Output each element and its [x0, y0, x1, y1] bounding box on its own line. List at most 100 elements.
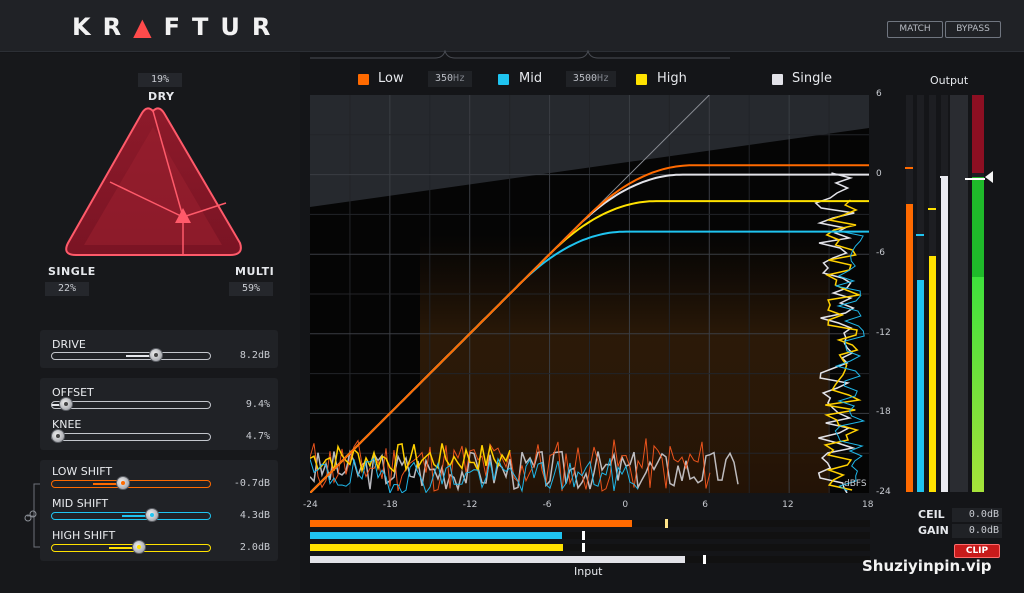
- output-histogram-mid: [834, 230, 866, 492]
- mid-shift-value[interactable]: 4.3dB: [210, 510, 270, 521]
- match-button[interactable]: MATCH: [887, 21, 943, 38]
- drive-label: DRIVE: [52, 338, 86, 351]
- gain-value[interactable]: 0.0dB: [952, 524, 1002, 538]
- logo: KR▲FTUR: [72, 13, 283, 41]
- high-shift-slider[interactable]: [51, 540, 211, 554]
- high-output-level: [929, 255, 936, 492]
- mid-swatch[interactable]: [498, 74, 509, 85]
- high-shift-label: HIGH SHIFT: [52, 529, 116, 542]
- transfer-graph[interactable]: dBFS: [310, 95, 869, 493]
- crossover-bracket: [310, 50, 730, 59]
- bypass-button[interactable]: BYPASS: [945, 21, 1001, 38]
- single-swatch[interactable]: [772, 74, 783, 85]
- high-input-meter: [310, 543, 870, 552]
- single-label: SINGLE: [48, 265, 96, 278]
- y-tick-label: 6: [876, 89, 882, 99]
- ceil-value[interactable]: 0.0dB: [952, 508, 1002, 522]
- offset-slider[interactable]: [51, 397, 211, 411]
- ceiling-arrow-icon[interactable]: [984, 168, 994, 187]
- spectrum-heatmap: [420, 235, 830, 493]
- logo-a-triangle-icon: ▲: [133, 13, 164, 41]
- low-output-level: [906, 204, 913, 492]
- low-output-peak: [905, 166, 913, 169]
- offset-value[interactable]: 9.4%: [210, 399, 270, 410]
- single-output-meter: [940, 95, 948, 492]
- high-output-peak: [928, 207, 936, 210]
- knee-knob[interactable]: [51, 429, 66, 443]
- drive-slider[interactable]: [51, 348, 211, 362]
- mid-shift-label: MID SHIFT: [52, 497, 109, 510]
- high-output-meter: [928, 95, 936, 492]
- low-mid-crossover[interactable]: 350Hz: [428, 71, 472, 87]
- low-shift-slider[interactable]: [51, 476, 211, 490]
- drive-group: DRIVE 8.2dB: [40, 330, 278, 368]
- low-shift-knob[interactable]: [116, 476, 131, 490]
- y-tick-label: -18: [876, 407, 891, 418]
- y-tick-label: 0: [876, 168, 882, 179]
- knee-value[interactable]: 4.7%: [210, 431, 270, 442]
- mid-output-meter: [916, 95, 924, 492]
- single-value[interactable]: 22%: [45, 282, 89, 296]
- output-scale: [950, 95, 968, 492]
- mid-output-peak: [916, 234, 924, 237]
- mid-input-meter: [310, 531, 870, 540]
- legend-mid[interactable]: Mid: [519, 71, 542, 86]
- knee-slider[interactable]: [51, 429, 211, 443]
- low-input-level: [310, 520, 633, 527]
- drive-knob[interactable]: [149, 348, 164, 362]
- header-bar: KR▲FTUR MATCH BYPASS: [0, 0, 1024, 52]
- x-tick-label: 0: [622, 500, 629, 510]
- offset-knob[interactable]: [59, 397, 74, 411]
- legend-high[interactable]: High: [657, 71, 687, 86]
- x-tick-label: -18: [382, 500, 398, 510]
- ceil-label: CEIL: [918, 508, 945, 521]
- high-input-level: [310, 544, 563, 551]
- high-shift-value[interactable]: 2.0dB: [210, 542, 270, 553]
- watermark: Shuziyinpin.vip: [862, 557, 992, 575]
- gain-label: GAIN: [918, 524, 949, 537]
- single-input-meter: [310, 555, 870, 564]
- single-input-peak: [702, 555, 706, 564]
- drive-value[interactable]: 8.2dB: [210, 350, 270, 361]
- y-tick-label: -24: [876, 487, 891, 497]
- mid-output-level: [917, 279, 924, 492]
- low-shift-value[interactable]: -0.7dB: [210, 478, 270, 489]
- low-output-meter: [905, 95, 913, 492]
- shift-group: LOW SHIFT -0.7dB MID SHIFT 4.3dB HIGH SH…: [40, 460, 278, 561]
- mid-shift-knob[interactable]: [144, 508, 159, 522]
- mid-input-level: [310, 532, 562, 539]
- mode-triangle[interactable]: [60, 105, 246, 261]
- high-shift-knob[interactable]: [131, 540, 146, 554]
- low-input-peak: [665, 519, 669, 528]
- x-tick-label: -24: [303, 500, 318, 510]
- mid-high-crossover[interactable]: 3500Hz: [566, 71, 616, 87]
- x-tick-label: -6: [542, 500, 552, 510]
- dbfs-unit: dBFS: [844, 479, 867, 489]
- y-tick-label: -12: [876, 327, 891, 338]
- ceiling-marker: [965, 178, 985, 180]
- multi-value[interactable]: 59%: [229, 282, 273, 296]
- x-tick-label: 6: [702, 500, 709, 510]
- high-swatch[interactable]: [636, 74, 647, 85]
- dry-value[interactable]: 19%: [138, 73, 182, 87]
- x-tick-label: -12: [462, 500, 478, 510]
- y-tick-label: -6: [876, 248, 885, 259]
- offset-label: OFFSET: [52, 386, 94, 399]
- clip-button[interactable]: CLIP: [954, 544, 1000, 558]
- mid-input-peak: [581, 531, 585, 540]
- dry-label: DRY: [148, 90, 175, 103]
- output-level-meter: [972, 95, 984, 492]
- x-tick-label: 18: [862, 500, 874, 510]
- legend-low[interactable]: Low: [378, 71, 404, 86]
- shift-link-icon[interactable]: [22, 482, 42, 552]
- input-label: Input: [574, 565, 603, 578]
- output-title: Output: [930, 74, 969, 87]
- mid-shift-slider[interactable]: [51, 508, 211, 522]
- low-swatch[interactable]: [358, 74, 369, 85]
- single-input-level: [310, 556, 686, 563]
- single-output-level: [941, 177, 948, 492]
- legend-single[interactable]: Single: [792, 71, 832, 86]
- single-output-peak: [940, 175, 948, 178]
- offset-knee-group: OFFSET 9.4% KNEE 4.7%: [40, 378, 278, 450]
- multi-label: MULTI: [235, 265, 275, 278]
